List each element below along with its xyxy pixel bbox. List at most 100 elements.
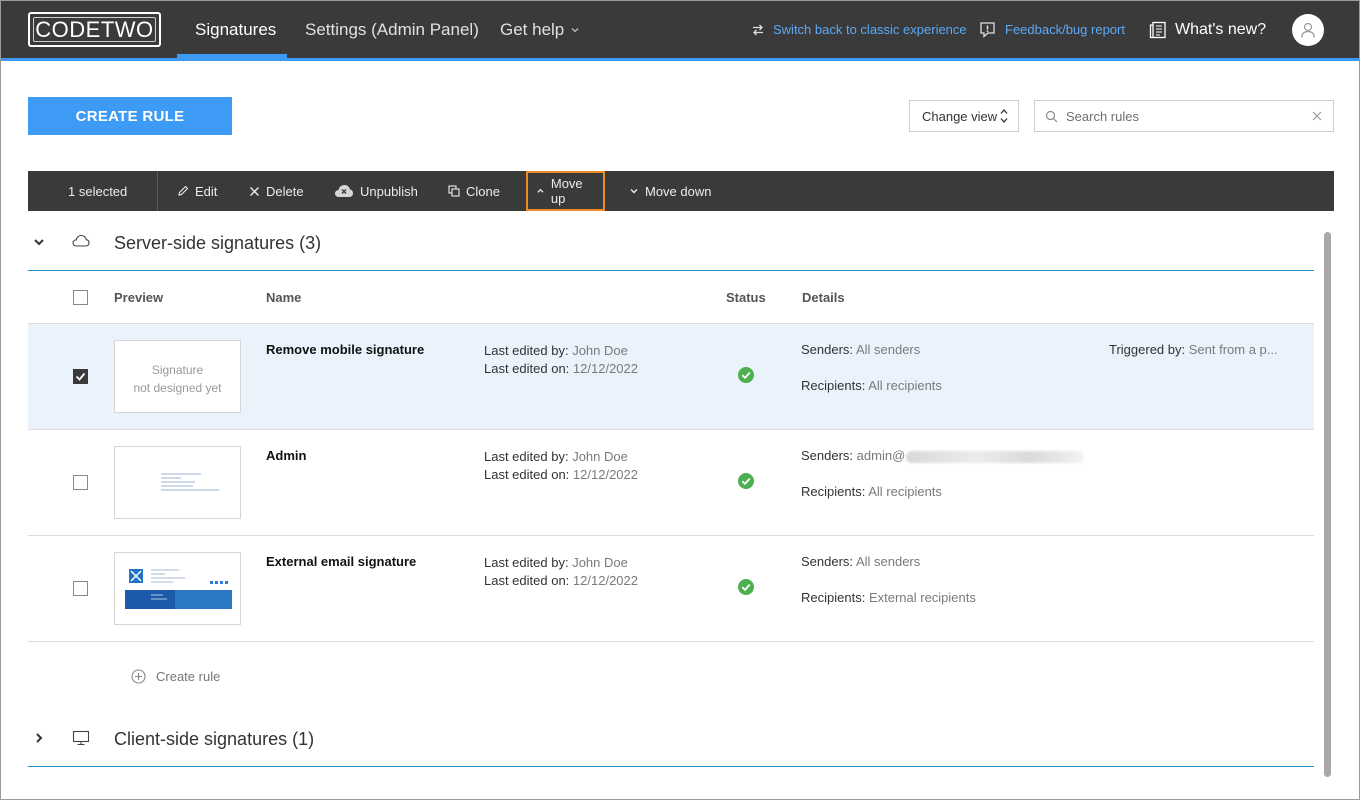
- row-checkbox[interactable]: [73, 475, 88, 490]
- senders-value: All senders: [855, 342, 921, 357]
- vertical-scrollbar[interactable]: [1324, 232, 1331, 777]
- cloud-off-icon: [335, 185, 353, 197]
- switch-arrows-icon: [753, 24, 763, 35]
- create-rule-link[interactable]: Create rule: [131, 669, 220, 684]
- delete-button[interactable]: Delete: [249, 171, 304, 211]
- search-input[interactable]: [1066, 108, 1296, 124]
- updown-chevron-icon: [1000, 109, 1008, 123]
- edit-button[interactable]: Edit: [177, 171, 217, 211]
- table-row[interactable]: External email signature Last edited by:…: [28, 536, 1314, 642]
- selected-count: 1 selected: [68, 171, 127, 211]
- tab-signatures-label: Signatures: [195, 19, 277, 39]
- edited-on-label: Last edited on:: [484, 361, 570, 376]
- signature-thumbnail: [125, 569, 232, 609]
- tab-signatures[interactable]: Signatures: [195, 1, 276, 58]
- column-header-name[interactable]: Name: [266, 290, 301, 305]
- recipients-label: Recipients:: [801, 590, 866, 605]
- client-side-group-title: Client-side signatures (1): [114, 728, 315, 749]
- recipients-detail: Recipients: All recipients: [801, 378, 942, 393]
- recipients-label: Recipients:: [801, 484, 866, 499]
- change-view-select[interactable]: Change view: [909, 100, 1019, 132]
- triggered-detail: Triggered by: Sent from a p...: [1109, 342, 1278, 357]
- create-rule-button[interactable]: CREATE RULE: [28, 97, 232, 135]
- unpublish-label: Unpublish: [360, 183, 418, 199]
- plus-circle-icon: [131, 669, 146, 684]
- clone-button[interactable]: Clone: [448, 171, 500, 211]
- tab-settings-label: Settings (Admin Panel): [305, 19, 479, 39]
- triggered-value: Sent from a p...: [1188, 342, 1278, 357]
- senders-value: admin@: [856, 448, 906, 463]
- clear-search-icon[interactable]: [1311, 110, 1323, 122]
- whats-new-label: What's new?: [1175, 20, 1267, 38]
- edited-by-label: Last edited by:: [484, 555, 569, 570]
- switch-classic-link[interactable]: Switch back to classic experience: [752, 1, 967, 58]
- client-side-group-header[interactable]: Client-side signatures (1): [28, 715, 1314, 763]
- recipients-label: Recipients:: [801, 378, 866, 393]
- signature-preview[interactable]: [114, 446, 241, 519]
- desktop-icon: [72, 730, 90, 746]
- feedback-link[interactable]: Feedback/bug report: [979, 1, 1125, 58]
- user-icon: [1300, 22, 1316, 38]
- chevron-up-icon: [537, 188, 544, 193]
- whats-new-button[interactable]: What's new?: [1149, 1, 1266, 58]
- row-checkbox[interactable]: [73, 581, 88, 596]
- move-down-label: Move down: [645, 183, 712, 199]
- tab-get-help[interactable]: Get help: [500, 1, 580, 58]
- senders-label: Senders:: [801, 342, 854, 357]
- checkmark-icon: [75, 372, 86, 381]
- user-avatar[interactable]: [1292, 14, 1324, 46]
- top-navigation-bar: CODETWO Signatures Settings (Admin Panel…: [1, 1, 1359, 58]
- table-row[interactable]: Admin Last edited by: John Doe Last edit…: [28, 430, 1314, 536]
- feedback-icon: [980, 22, 995, 38]
- edited-on-value: 12/12/2022: [572, 361, 638, 376]
- row-checkbox[interactable]: [73, 369, 88, 384]
- pencil-icon: [178, 185, 189, 196]
- unpublish-button[interactable]: Unpublish: [334, 171, 418, 211]
- tab-settings[interactable]: Settings (Admin Panel): [305, 1, 479, 58]
- signature-preview[interactable]: [114, 552, 241, 625]
- status-check-icon: [738, 367, 754, 383]
- group-divider: [28, 766, 1314, 767]
- move-down-button[interactable]: Move down: [629, 171, 711, 211]
- group-divider: [28, 270, 1314, 271]
- rule-name[interactable]: Admin: [266, 448, 306, 463]
- recipients-value: All recipients: [868, 378, 942, 393]
- preview-placeholder-line1: Signature: [151, 363, 204, 377]
- tab-get-help-label: Get help: [500, 19, 565, 39]
- search-box: [1034, 100, 1334, 132]
- recipients-value: External recipients: [868, 590, 976, 605]
- clone-icon: [448, 185, 460, 197]
- status-check-icon: [738, 579, 754, 595]
- column-header-status[interactable]: Status: [726, 290, 766, 305]
- create-rule-link-label: Create rule: [156, 669, 221, 684]
- cloud-icon: [72, 234, 90, 247]
- chevron-down-icon[interactable]: [32, 235, 46, 249]
- signature-preview[interactable]: Signature not designed yet: [114, 340, 241, 413]
- edited-on-label: Last edited on:: [484, 573, 570, 588]
- rule-name[interactable]: Remove mobile signature: [266, 342, 424, 357]
- triggered-label: Triggered by:: [1109, 342, 1186, 357]
- senders-label: Senders:: [801, 554, 854, 569]
- chevron-down-icon: [630, 189, 638, 194]
- rule-edit-meta: Last edited by: John Doe Last edited on:…: [484, 448, 638, 484]
- edited-by-value: John Doe: [572, 343, 628, 358]
- edited-by-value: John Doe: [572, 555, 628, 570]
- table-row[interactable]: Signature not designed yet Remove mobile…: [28, 324, 1314, 430]
- move-up-label: Move up: [550, 176, 583, 206]
- app-window: CODETWO Signatures Settings (Admin Panel…: [0, 0, 1360, 800]
- chevron-right-icon[interactable]: [32, 731, 46, 745]
- server-side-group-header[interactable]: Server-side signatures (3): [28, 219, 1314, 267]
- edit-label: Edit: [195, 183, 218, 199]
- edited-on-value: 12/12/2022: [572, 573, 638, 588]
- rule-edit-meta: Last edited by: John Doe Last edited on:…: [484, 342, 638, 378]
- clone-label: Clone: [466, 183, 500, 199]
- move-up-button[interactable]: Move up: [526, 171, 605, 211]
- codetwo-logo[interactable]: CODETWO: [28, 12, 161, 47]
- senders-detail: Senders: All senders: [801, 554, 920, 569]
- recipients-detail: Recipients: All recipients: [801, 484, 942, 499]
- rule-name[interactable]: External email signature: [266, 554, 416, 569]
- redacted-email: [906, 450, 1085, 463]
- senders-value: All senders: [855, 554, 921, 569]
- close-icon: [250, 186, 259, 196]
- select-all-checkbox[interactable]: [73, 290, 88, 305]
